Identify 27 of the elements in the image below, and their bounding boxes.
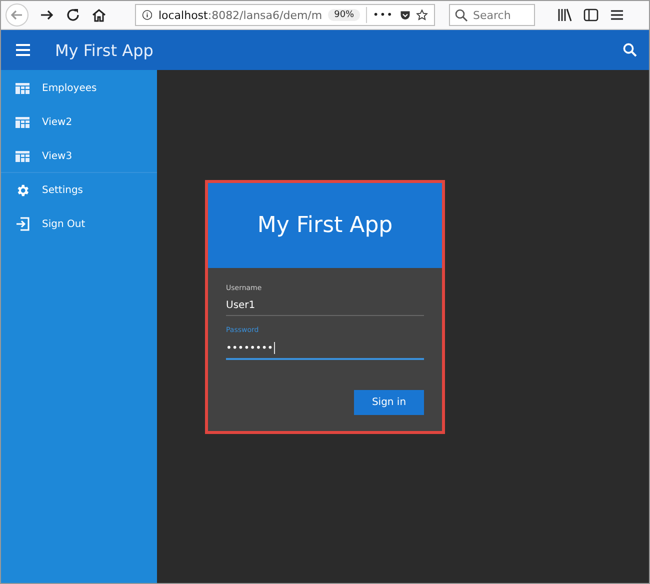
- grid-icon: [15, 150, 30, 162]
- home-icon[interactable]: [91, 7, 107, 23]
- sidebar-item[interactable]: View2: [1, 105, 157, 139]
- url-text: localhost:8082/lansa6/dem/m: [158, 8, 322, 22]
- library-icon[interactable]: [557, 7, 573, 23]
- zoom-badge[interactable]: 90%: [328, 9, 360, 21]
- search-icon: [455, 9, 468, 22]
- search-field[interactable]: Search: [449, 4, 535, 26]
- sign-in-button[interactable]: Sign in: [354, 390, 424, 415]
- sidebar-item[interactable]: Employees: [1, 71, 157, 105]
- sidebar-item[interactable]: Sign Out: [1, 207, 157, 241]
- search-icon[interactable]: [623, 43, 637, 57]
- gear-icon: [15, 182, 30, 198]
- sidebar-item[interactable]: Settings: [1, 173, 157, 207]
- app-title: My First App: [55, 40, 154, 60]
- grid-icon: [15, 116, 30, 128]
- exit-icon: [15, 217, 30, 231]
- star-icon[interactable]: [416, 7, 428, 23]
- sidebar-item[interactable]: View3: [1, 139, 157, 173]
- grid-icon: [15, 82, 30, 94]
- info-icon: [142, 8, 152, 22]
- more-button[interactable]: •••: [372, 10, 394, 20]
- back-icon[interactable]: [5, 3, 29, 27]
- reload-icon[interactable]: [65, 7, 81, 23]
- address-bar[interactable]: localhost:8082/lansa6/dem/m 90% •••: [135, 4, 435, 26]
- card-title: My First App: [257, 213, 393, 238]
- sidebar-icon[interactable]: [583, 7, 599, 23]
